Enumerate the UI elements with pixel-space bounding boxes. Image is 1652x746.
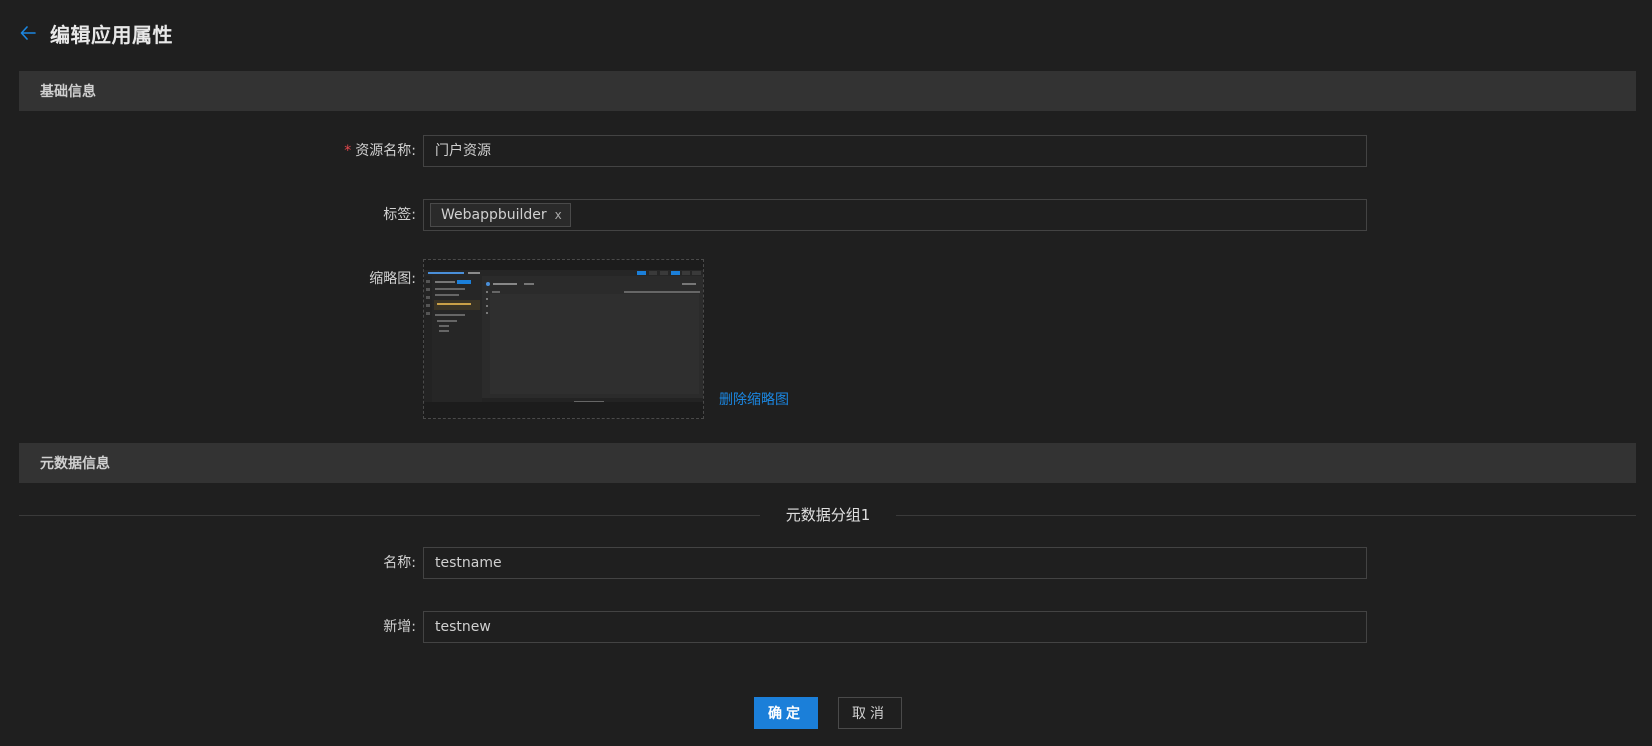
page-header: 编辑应用属性: [18, 18, 173, 48]
section-header-metadata: 元数据信息: [19, 443, 1636, 483]
divider-line-left: [19, 515, 760, 516]
meta-name-row: 名称: testname: [0, 547, 1652, 579]
edit-app-properties-page: 编辑应用属性 基础信息 * 资源名称: 门户资源 标签: Webappbuilde…: [0, 0, 1652, 746]
meta-new-input[interactable]: testnew: [423, 611, 1367, 643]
thumbnail-image[interactable]: [423, 259, 704, 419]
cancel-button[interactable]: 取消: [838, 697, 902, 729]
confirm-button[interactable]: 确定: [754, 697, 818, 729]
resource-name-label-text: 资源名称:: [355, 143, 416, 159]
page-title: 编辑应用属性: [50, 22, 173, 47]
tags-row: 标签: Webappbuilder x: [0, 199, 1652, 231]
tag-item: Webappbuilder x: [430, 203, 571, 227]
tags-input[interactable]: Webappbuilder x: [423, 199, 1367, 231]
metadata-group-title: 元数据分组1: [785, 506, 871, 524]
meta-new-label: 新增:: [383, 619, 416, 635]
resource-name-label: * 资源名称:: [344, 135, 416, 167]
tag-label: Webappbuilder: [441, 207, 547, 223]
thumbnail-label: 缩略图:: [369, 271, 416, 287]
thumbnail-preview-graphic: [424, 260, 703, 418]
section-header-basic: 基础信息: [19, 71, 1636, 111]
resource-name-row: * 资源名称: 门户资源: [0, 135, 1652, 167]
resource-name-input[interactable]: 门户资源: [423, 135, 1367, 167]
arrow-left-icon[interactable]: [18, 23, 38, 43]
tags-label: 标签:: [383, 207, 416, 223]
thumbnail-row: 缩略图:: [0, 263, 1652, 295]
delete-thumbnail-link[interactable]: 删除缩略图: [719, 389, 789, 409]
divider-line-right: [896, 515, 1636, 516]
meta-new-row: 新增: testnew: [0, 611, 1652, 643]
meta-name-label: 名称:: [383, 555, 416, 571]
metadata-group-divider: 元数据分组1: [19, 506, 1636, 524]
meta-name-input[interactable]: testname: [423, 547, 1367, 579]
close-icon[interactable]: x: [555, 200, 562, 230]
required-mark: *: [344, 143, 352, 159]
